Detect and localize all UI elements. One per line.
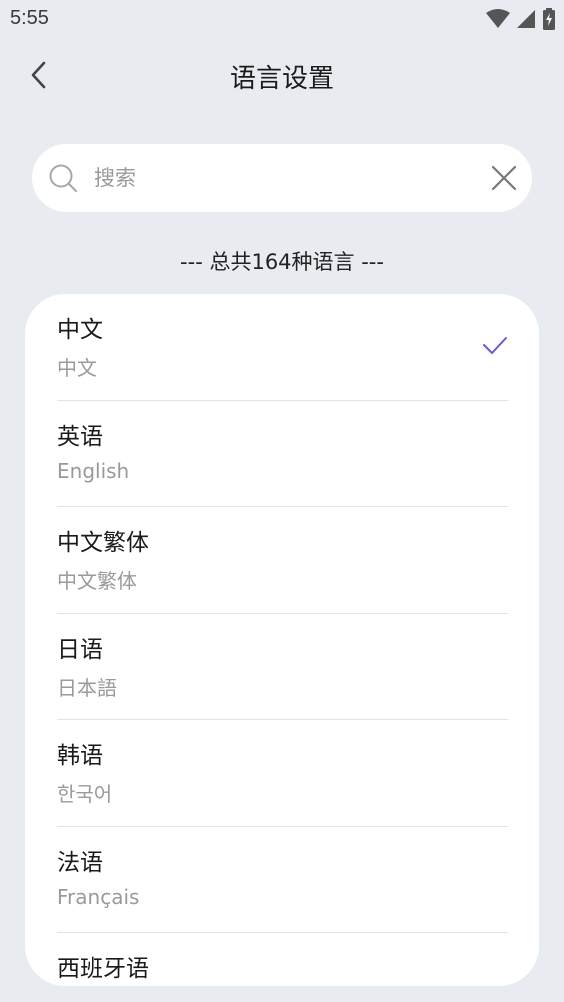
language-name: 法语 <box>57 849 103 876</box>
language-native-name: 日本語 <box>57 675 117 700</box>
search-bar[interactable] <box>32 144 532 212</box>
language-native-name: 한국어 <box>57 782 113 806</box>
language-name: 中文繁体 <box>57 530 149 556</box>
list-item-korean[interactable]: 韩语 한국어 <box>57 720 508 827</box>
status-icons <box>486 7 556 31</box>
language-native-name: English <box>57 458 130 483</box>
status-bar: 5:55 <box>0 0 564 38</box>
list-item-traditional-chinese[interactable]: 中文繁体 中文繁体 <box>57 507 508 614</box>
page-title: 语言设置 <box>229 64 334 94</box>
language-native-name: 中文 <box>57 356 97 380</box>
language-name: 西班牙语 <box>57 956 149 982</box>
language-native-name: 中文繁体 <box>57 569 137 593</box>
search-input[interactable] <box>94 158 474 198</box>
search-icon <box>49 164 77 192</box>
cellular-signal-icon <box>517 10 535 28</box>
language-list: 中文 中文 英语 English 中文繁体 中文繁体 日语 日本語 韩语 한국어… <box>25 294 539 986</box>
battery-charging-icon <box>543 8 555 30</box>
language-name: 英语 <box>57 423 103 450</box>
list-item-chinese[interactable]: 中文 中文 <box>57 294 508 401</box>
list-item-english[interactable]: 英语 English <box>57 401 508 507</box>
list-item-spanish[interactable]: 西班牙语 <box>57 933 508 986</box>
status-time: 5:55 <box>10 7 49 29</box>
list-item-french[interactable]: 法语 Français <box>57 827 508 933</box>
language-name: 日语 <box>57 636 103 663</box>
wifi-icon <box>486 9 510 28</box>
check-icon <box>483 337 507 354</box>
list-item-japanese[interactable]: 日语 日本語 <box>57 614 508 720</box>
language-native-name: Français <box>57 884 140 909</box>
language-name: 韩语 <box>57 743 103 769</box>
clear-icon[interactable] <box>490 164 518 192</box>
header: 语言设置 <box>0 38 564 112</box>
language-count-label: --- 总共164种语言 --- <box>180 250 384 274</box>
language-name: 中文 <box>57 317 103 343</box>
